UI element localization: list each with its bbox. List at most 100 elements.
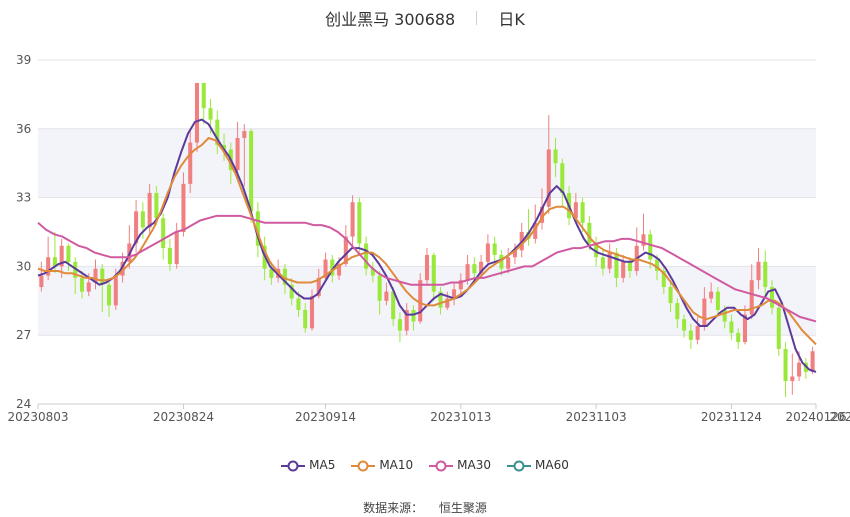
- candle-body: [242, 131, 247, 138]
- candle-body: [350, 202, 355, 237]
- candle-body: [506, 257, 511, 269]
- candle: [492, 236, 497, 262]
- candle: [424, 248, 430, 285]
- candle-body: [756, 261, 761, 281]
- candle-body: [695, 326, 700, 340]
- y-tick-label: 36: [16, 122, 31, 136]
- candle: [201, 82, 206, 125]
- candle-body: [688, 330, 693, 340]
- candle-body: [607, 252, 612, 269]
- candle-body: [675, 303, 680, 320]
- candle-body: [736, 332, 741, 343]
- legend-marker-dot: [513, 460, 525, 472]
- candle-body: [309, 296, 315, 329]
- legend-label: MA60: [535, 458, 569, 473]
- source-label: 数据来源：: [363, 501, 424, 515]
- candle-body: [181, 183, 186, 232]
- candlestick-chart: 24 27 30 33 36 39 20230803 20230824 20230914 202…: [7, 53, 850, 424]
- candle-body: [776, 307, 781, 349]
- candle-body: [188, 142, 193, 184]
- candle-body: [377, 275, 382, 301]
- candle-body: [790, 376, 795, 382]
- candle-body: [418, 280, 423, 322]
- candle-body: [810, 351, 815, 372]
- candle-body: [424, 254, 430, 281]
- candle-body: [384, 291, 389, 301]
- candle-body: [364, 243, 369, 269]
- grid-lines: [38, 59, 816, 405]
- candle-body: [580, 202, 585, 223]
- candle-body: [147, 193, 152, 228]
- legend-item-ma60[interactable]: MA60: [507, 458, 569, 473]
- legend-label: MA30: [457, 458, 492, 473]
- legend-marker-icon: [507, 460, 532, 472]
- candle: [783, 342, 788, 398]
- candle-body: [296, 298, 301, 310]
- x-tick-label: 20230803: [7, 410, 68, 424]
- legend-label: MA10: [379, 458, 414, 473]
- candle-body: [621, 261, 626, 278]
- candle-body: [627, 261, 632, 271]
- legend-item-ma10[interactable]: MA10: [351, 458, 413, 473]
- candle: [357, 197, 362, 253]
- legend-marker-dot: [357, 460, 369, 472]
- legend-marker-dot: [435, 460, 447, 472]
- candle-body: [709, 291, 714, 299]
- candle-body: [763, 261, 768, 288]
- candle-body: [682, 319, 687, 331]
- candle: [790, 353, 795, 395]
- chart-legend: MA5 MA10 MA30 MA60: [0, 458, 850, 473]
- legend-marker-icon: [351, 460, 376, 472]
- candle-body: [249, 131, 254, 212]
- y-tick-label: 30: [16, 259, 31, 273]
- x-tick-label: 20231013: [430, 410, 491, 424]
- candle-body: [411, 309, 416, 322]
- legend-marker-dot: [287, 460, 299, 472]
- y-tick-label: 27: [16, 328, 31, 342]
- candle-body: [492, 243, 497, 255]
- candle: [350, 195, 355, 249]
- candle: [560, 158, 565, 207]
- candle: [776, 303, 781, 356]
- y-axis: 24 27 30 33 36 39: [16, 53, 31, 411]
- legend-marker-icon: [281, 460, 306, 472]
- candle: [174, 222, 179, 269]
- y-tick-label: 33: [16, 191, 31, 205]
- data-source: 数据来源： 恒生聚源: [0, 499, 850, 516]
- candle-body: [208, 108, 213, 120]
- plot-band: [38, 128, 816, 198]
- candle: [46, 236, 51, 281]
- y-tick-label: 24: [16, 397, 31, 411]
- candle-body: [303, 309, 308, 329]
- candle-body: [797, 362, 802, 377]
- candle-body: [783, 348, 788, 382]
- candle-body: [472, 264, 477, 274]
- x-tick-label: 20240126: [785, 410, 846, 424]
- candle: [161, 213, 166, 260]
- chart-stage: 创业黑马 300688 日K 24 27 30 33 36 39 20230803 2023…: [0, 0, 850, 517]
- candle: [418, 273, 423, 324]
- candle-body: [485, 243, 490, 262]
- candle-body: [39, 275, 44, 288]
- x-tick-label: 20231103: [566, 410, 627, 424]
- y-tick-label: 39: [16, 53, 31, 67]
- candle-body: [357, 202, 362, 244]
- candle-body: [715, 291, 720, 310]
- legend-item-ma30[interactable]: MA30: [429, 458, 491, 473]
- candle-body: [167, 248, 172, 265]
- candle-body: [86, 282, 91, 292]
- x-tick-label: 20231124: [701, 410, 762, 424]
- x-tick-label: 20230914: [295, 410, 356, 424]
- candle-body: [174, 232, 179, 265]
- candle-body: [614, 252, 619, 278]
- x-tick-label: 20230824: [153, 410, 214, 424]
- candle-body: [465, 264, 470, 281]
- candle-body: [560, 163, 565, 194]
- candle-body: [431, 254, 436, 292]
- candle-body: [140, 211, 145, 228]
- candle-body: [113, 275, 118, 306]
- candle-body: [553, 149, 558, 164]
- candle: [194, 82, 200, 152]
- legend-item-ma5[interactable]: MA5: [281, 458, 335, 473]
- candle-body: [397, 319, 402, 331]
